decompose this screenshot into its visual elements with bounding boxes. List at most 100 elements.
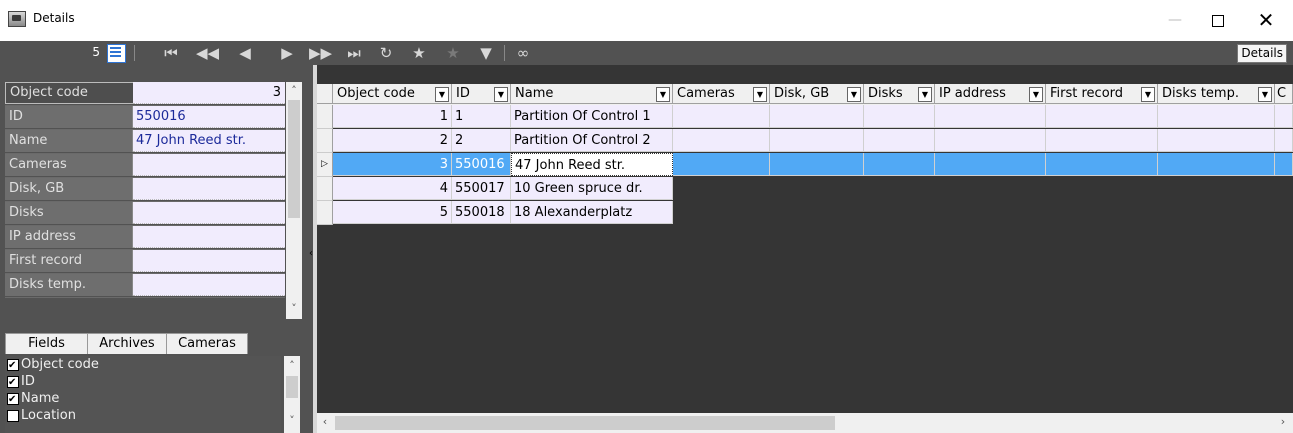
table-row[interactable]: 2 2 Partition Of Control 2 bbox=[317, 129, 1293, 153]
scroll-down-icon[interactable]: ˅ bbox=[284, 414, 300, 427]
property-value[interactable] bbox=[133, 226, 285, 248]
property-row[interactable]: Name 47 John Reed str. bbox=[5, 130, 285, 154]
property-value[interactable]: 3 bbox=[133, 82, 285, 104]
cell-id[interactable]: 2 bbox=[452, 129, 511, 152]
column-header[interactable]: Disk, GB ▼ bbox=[770, 84, 864, 104]
cell-ip-address[interactable] bbox=[935, 129, 1046, 152]
checkbox-checked-icon[interactable] bbox=[7, 357, 19, 374]
prev-icon[interactable]: ◀ bbox=[234, 42, 256, 64]
row-indicator[interactable] bbox=[317, 201, 333, 225]
cell-disk-gb[interactable] bbox=[770, 153, 864, 176]
field-checkbox-item[interactable]: Location bbox=[5, 407, 281, 424]
cell-id[interactable]: 550016 bbox=[452, 153, 511, 176]
property-value[interactable] bbox=[133, 274, 285, 296]
cell-disks-temp[interactable] bbox=[1158, 105, 1275, 128]
property-row[interactable]: First record bbox=[5, 250, 285, 274]
chevron-down-icon[interactable]: ▼ bbox=[494, 87, 508, 102]
tab-fields[interactable]: Fields bbox=[5, 333, 88, 354]
row-indicator[interactable] bbox=[317, 177, 333, 201]
cell-name[interactable]: 47 John Reed str. bbox=[511, 153, 673, 176]
cell-name[interactable]: Partition Of Control 2 bbox=[511, 129, 673, 152]
minimize-button[interactable]: — bbox=[1155, 6, 1195, 34]
column-header[interactable]: C bbox=[1275, 84, 1293, 104]
tab-archives[interactable]: Archives bbox=[87, 333, 167, 354]
scroll-left-icon[interactable]: ‹ bbox=[317, 415, 333, 428]
cell-extra[interactable] bbox=[1275, 153, 1293, 176]
column-header[interactable]: Name ▼ bbox=[511, 84, 673, 104]
link-icon[interactable]: ∞ bbox=[512, 42, 534, 64]
property-value[interactable]: 550016 bbox=[133, 106, 285, 128]
chevron-down-icon[interactable]: ▼ bbox=[435, 87, 449, 102]
cell-disks[interactable] bbox=[864, 153, 935, 176]
property-value[interactable] bbox=[133, 202, 285, 224]
cell-ip-address[interactable] bbox=[935, 153, 1046, 176]
tab-cameras[interactable]: Cameras bbox=[166, 333, 248, 354]
property-value[interactable] bbox=[133, 250, 285, 272]
row-indicator[interactable] bbox=[317, 105, 333, 129]
last-icon[interactable]: ⏭ bbox=[343, 42, 365, 64]
cell-object-code[interactable]: 3 bbox=[333, 153, 452, 176]
cell-cameras[interactable] bbox=[673, 129, 770, 152]
scroll-thumb[interactable] bbox=[288, 100, 300, 218]
checkbox-checked-icon[interactable] bbox=[7, 374, 19, 391]
field-checkbox-item[interactable]: Name bbox=[5, 390, 281, 408]
cell-name[interactable]: Partition Of Control 1 bbox=[511, 105, 673, 128]
cell-id[interactable]: 1 bbox=[452, 105, 511, 128]
cell-extra[interactable] bbox=[1275, 105, 1293, 128]
cell-first-record[interactable] bbox=[1046, 105, 1158, 128]
property-row[interactable]: Disks bbox=[5, 202, 285, 226]
property-value[interactable] bbox=[133, 154, 285, 176]
properties-scrollbar[interactable]: ˄ ˅ bbox=[286, 82, 302, 319]
first-icon[interactable]: ⏮ bbox=[160, 42, 182, 64]
column-header[interactable]: ID ▼ bbox=[452, 84, 511, 104]
scroll-up-icon[interactable]: ˄ bbox=[284, 359, 300, 372]
property-value[interactable] bbox=[133, 178, 285, 200]
cell-disks-temp[interactable] bbox=[1158, 129, 1275, 152]
property-row[interactable]: ID 550016 bbox=[5, 106, 285, 130]
collapse-left-icon[interactable]: ‹ bbox=[309, 248, 313, 259]
next-icon[interactable]: ▶ bbox=[276, 42, 298, 64]
cell-object-code[interactable]: 4 bbox=[333, 177, 452, 200]
chevron-down-icon[interactable]: ▼ bbox=[753, 87, 767, 102]
fields-scrollbar[interactable]: ˄ ˅ bbox=[284, 356, 300, 433]
grid-horizontal-scrollbar[interactable]: ‹ › bbox=[317, 413, 1293, 433]
chevron-down-icon[interactable]: ▼ bbox=[1141, 87, 1155, 102]
column-header[interactable]: Object code ▼ bbox=[333, 84, 452, 104]
next-page-icon[interactable]: ▶▶ bbox=[309, 42, 332, 64]
cell-object-code[interactable]: 1 bbox=[333, 105, 452, 128]
cell-name[interactable]: 10 Green spruce dr. bbox=[511, 177, 673, 200]
column-header[interactable]: First record ▼ bbox=[1046, 84, 1158, 104]
scroll-down-icon[interactable]: ˅ bbox=[286, 302, 302, 315]
cell-id[interactable]: 550017 bbox=[452, 177, 511, 200]
current-row-icon[interactable]: ▷ bbox=[317, 153, 333, 177]
column-header[interactable]: Cameras ▼ bbox=[673, 84, 770, 104]
cell-first-record[interactable] bbox=[1046, 153, 1158, 176]
cell-extra[interactable] bbox=[1275, 129, 1293, 152]
cell-cameras[interactable] bbox=[673, 153, 770, 176]
property-row[interactable]: Object code 3 bbox=[5, 82, 285, 106]
cell-disks[interactable] bbox=[864, 105, 935, 128]
table-row[interactable]: 5 550018 18 Alexanderplatz bbox=[317, 201, 1293, 225]
checkbox-checked-icon[interactable] bbox=[7, 391, 19, 408]
cell-name[interactable]: 18 Alexanderplatz bbox=[511, 201, 673, 224]
scroll-thumb[interactable] bbox=[286, 376, 298, 398]
column-header[interactable]: IP address ▼ bbox=[935, 84, 1046, 104]
field-checkbox-item[interactable]: Object code bbox=[5, 356, 281, 374]
star-add-icon[interactable]: ★ bbox=[442, 42, 464, 64]
cell-id[interactable]: 550018 bbox=[452, 201, 511, 224]
scroll-thumb[interactable] bbox=[335, 416, 835, 430]
property-row[interactable]: Disks temp. bbox=[5, 274, 285, 298]
cell-object-code[interactable]: 2 bbox=[333, 129, 452, 152]
chevron-down-icon[interactable]: ▼ bbox=[1029, 87, 1043, 102]
cell-disk-gb[interactable] bbox=[770, 105, 864, 128]
property-row[interactable]: Disk, GB bbox=[5, 178, 285, 202]
cell-disks[interactable] bbox=[864, 129, 935, 152]
field-checkbox-item[interactable]: ID bbox=[5, 373, 281, 391]
prev-page-icon[interactable]: ◀◀ bbox=[196, 42, 219, 64]
star-icon[interactable]: ★ bbox=[408, 42, 430, 64]
maximize-button[interactable] bbox=[1198, 6, 1238, 34]
row-indicator[interactable] bbox=[317, 129, 333, 153]
property-row[interactable]: IP address bbox=[5, 226, 285, 250]
cell-disks-temp[interactable] bbox=[1158, 153, 1275, 176]
table-row[interactable]: 1 1 Partition Of Control 1 bbox=[317, 105, 1293, 129]
